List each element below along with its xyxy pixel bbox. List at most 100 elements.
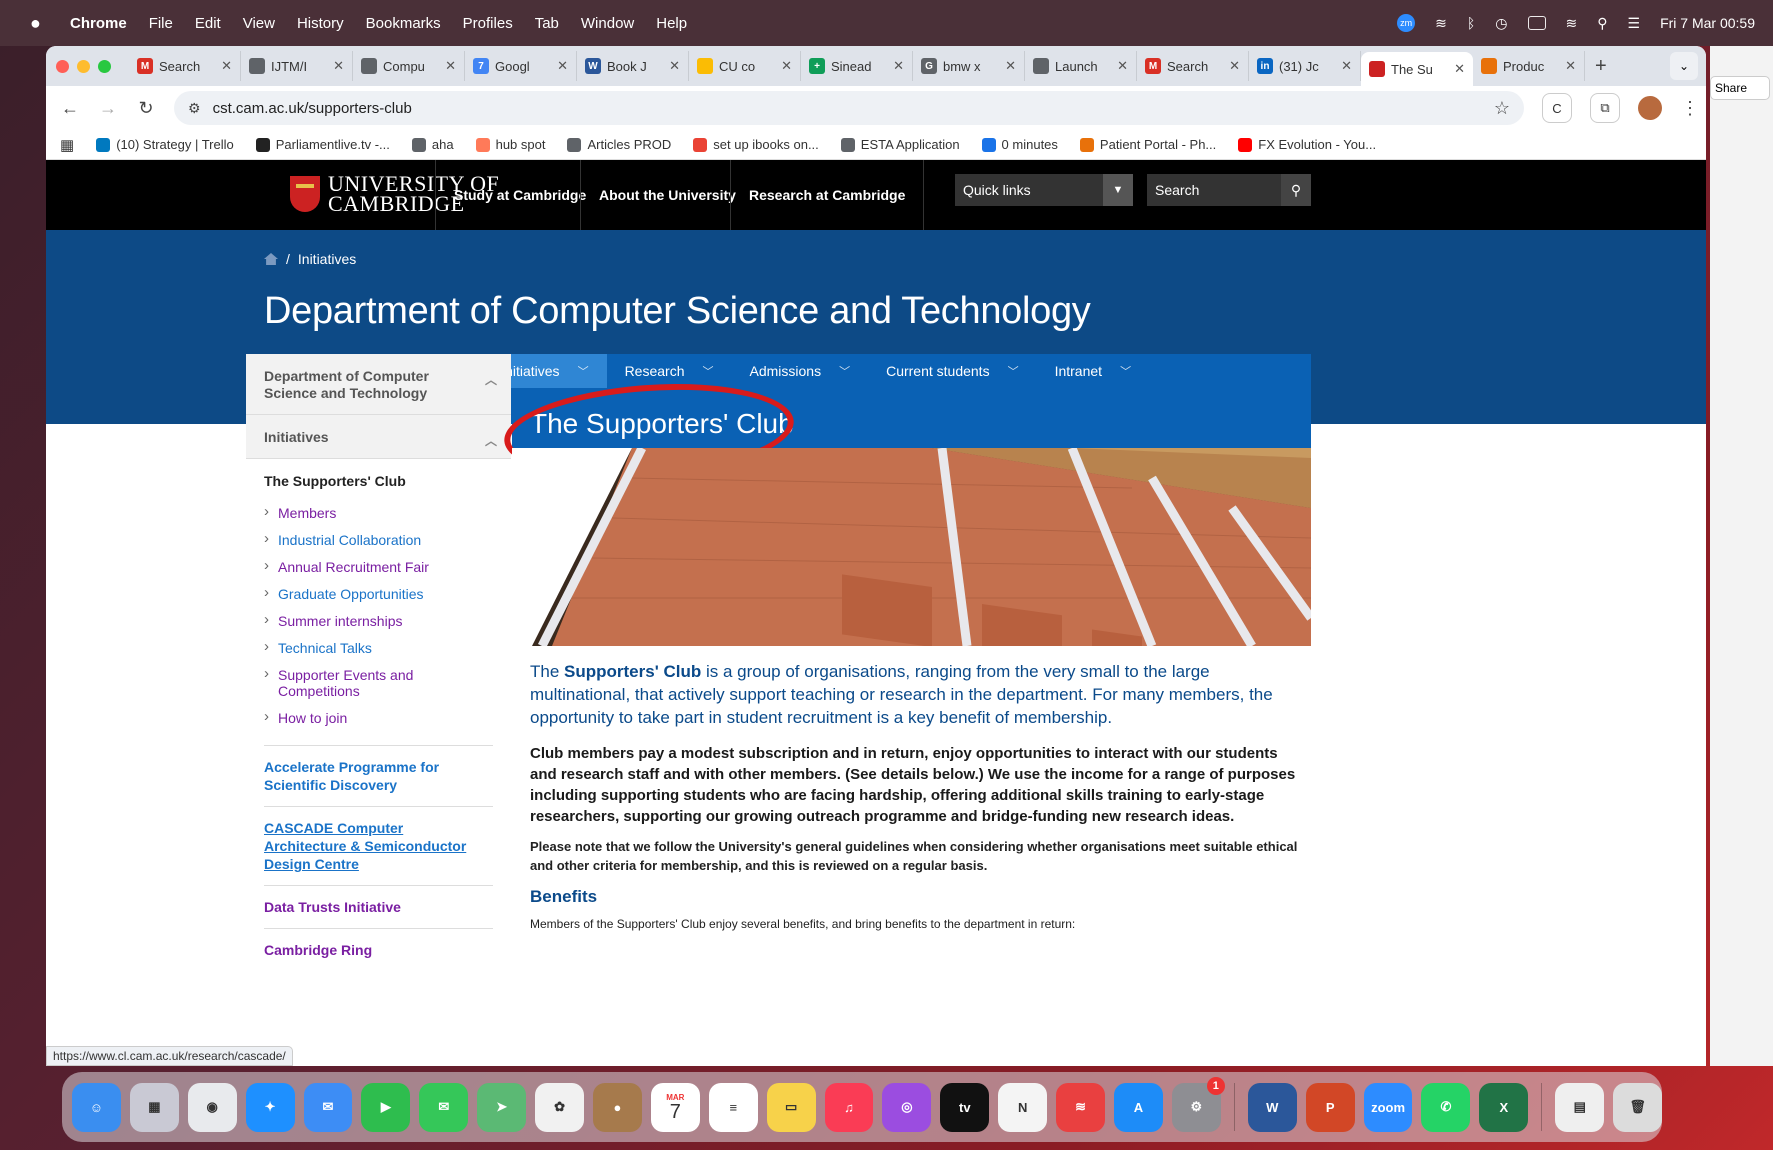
apple-icon[interactable]: ● — [30, 13, 52, 34]
time-machine-icon[interactable]: ◷ — [1495, 15, 1507, 32]
menu-edit[interactable]: Edit — [195, 15, 221, 32]
dock-notes-icon[interactable]: ▭ — [766, 1082, 816, 1132]
dock-calendar-icon[interactable]: MAR 7 — [650, 1082, 700, 1132]
dept-nav-item[interactable]: Admissions ﹀ — [731, 354, 868, 388]
menu-app-name[interactable]: Chrome — [70, 15, 127, 32]
sidebar-link[interactable]: Technical Talks — [246, 634, 511, 661]
ticket-status-icon[interactable]: ≋ — [1435, 15, 1447, 32]
nav-research[interactable]: Research at Cambridge — [730, 160, 925, 230]
tab[interactable]: M Search ✕ — [129, 51, 241, 81]
chevron-down-icon[interactable]: ﹀ — [1120, 363, 1131, 379]
tab-close-icon[interactable]: ✕ — [1005, 58, 1016, 74]
dock-zoom-icon[interactable]: zoom — [1363, 1082, 1413, 1132]
new-tab-button[interactable]: + — [1595, 55, 1607, 78]
dept-nav-item[interactable]: Intranet ﹀ — [1037, 354, 1149, 388]
tab[interactable]: 7 Googl ✕ — [465, 51, 577, 81]
url-text[interactable]: cst.cam.ac.uk/supporters-club — [213, 100, 412, 117]
tab-close-icon[interactable]: ✕ — [669, 58, 680, 74]
tab[interactable]: Gbmw x ✕ — [913, 51, 1025, 81]
tab-close-icon[interactable]: ✕ — [1117, 58, 1128, 74]
sidebar-heading-initiatives[interactable]: Initiatives ︿ — [246, 415, 511, 459]
dock-contacts-icon[interactable]: ● — [593, 1082, 642, 1132]
nav-study[interactable]: Study at Cambridge — [435, 160, 604, 230]
tab-close-icon[interactable]: ✕ — [1229, 58, 1240, 74]
dock-podcasts-icon[interactable]: ◎ — [882, 1082, 932, 1132]
dock-music-icon[interactable]: ♫ — [824, 1082, 874, 1132]
tab-close-icon[interactable]: ✕ — [445, 58, 456, 74]
dock-chrome-icon[interactable]: ◉ — [187, 1082, 237, 1132]
bookmark-item[interactable]: aha — [411, 137, 454, 152]
dock-reminders-icon[interactable]: ≡ — [708, 1082, 758, 1132]
address-bar[interactable]: ⚙ cst.cam.ac.uk/supporters-club ☆ — [174, 91, 1524, 125]
sidebar-heading-dept[interactable]: Department of Computer Science and Techn… — [246, 354, 511, 415]
quick-links-select[interactable]: Quick links ▼ — [955, 174, 1133, 206]
sidebar-section-link[interactable]: Cambridge Ring — [264, 928, 493, 971]
battery-icon[interactable] — [1527, 16, 1546, 30]
department-title[interactable]: Department of Computer Science and Techn… — [264, 290, 1091, 333]
dock-facetime-icon[interactable]: ▶ — [361, 1082, 411, 1132]
dock-mail-icon[interactable]: ✉ — [303, 1082, 353, 1132]
menu-help[interactable]: Help — [656, 15, 687, 32]
menu-history[interactable]: History — [297, 15, 344, 32]
chevron-down-icon[interactable]: ﹀ — [578, 363, 589, 379]
tab-close-icon[interactable]: ✕ — [1454, 61, 1465, 77]
chevron-down-icon[interactable]: ﹀ — [702, 363, 713, 379]
extension-c-icon[interactable]: C — [1542, 93, 1572, 123]
bookmark-item[interactable]: Articles PROD — [567, 137, 671, 152]
dock-excel-icon[interactable]: X — [1479, 1082, 1529, 1132]
dock-ticket-icon[interactable]: ≋ — [1056, 1082, 1106, 1132]
bookmark-item[interactable]: hub spot — [475, 137, 545, 152]
search-icon[interactable]: ⚲ — [1281, 174, 1311, 206]
tab[interactable]: Compu ✕ — [353, 51, 465, 81]
profile-avatar[interactable] — [1638, 96, 1662, 120]
tab-close-icon[interactable]: ✕ — [333, 58, 344, 74]
zoom-status-icon[interactable]: zm — [1397, 14, 1416, 32]
bookmark-item[interactable]: Patient Portal - Ph... — [1079, 137, 1216, 152]
tab-close-icon[interactable]: ✕ — [221, 58, 232, 74]
wifi-icon[interactable]: ≋ — [1566, 15, 1578, 32]
sidebar-link[interactable]: Graduate Opportunities — [246, 580, 511, 607]
spotlight-icon[interactable]: ⚲ — [1597, 15, 1607, 32]
tab-close-icon[interactable]: ✕ — [893, 58, 904, 74]
dock-settings-icon[interactable]: ⚙ 1 — [1171, 1076, 1225, 1132]
chevron-down-icon[interactable]: ﹀ — [839, 363, 850, 379]
site-info-icon[interactable]: ⚙ — [188, 100, 201, 117]
tab[interactable]: CU co ✕ — [689, 51, 801, 81]
chevron-up-icon[interactable]: ︿ — [485, 433, 497, 450]
home-icon[interactable] — [264, 253, 278, 265]
menubar-clock[interactable]: Fri 7 Mar 00:59 — [1660, 15, 1755, 31]
dock-photos-icon[interactable]: ✿ — [535, 1082, 585, 1132]
sidebar-link[interactable]: Industrial Collaboration — [246, 526, 511, 553]
dock-messages-icon[interactable]: ✉ — [419, 1082, 469, 1132]
bookmark-item[interactable]: set up ibooks on... — [693, 137, 819, 152]
dock-maps-icon[interactable]: ➤ — [477, 1082, 527, 1132]
sidebar-link[interactable]: Members — [246, 499, 511, 526]
breadcrumb-initiatives[interactable]: Initiatives — [298, 251, 356, 267]
tab[interactable]: in (31) Jc ✕ — [1249, 51, 1361, 81]
reload-icon[interactable]: ↻ — [136, 98, 156, 119]
bookmark-item[interactable]: 0 minutes — [981, 137, 1058, 152]
sidebar-section-link[interactable]: Data Trusts Initiative — [264, 885, 493, 928]
bookmark-item[interactable]: (10) Strategy | Trello — [96, 137, 234, 152]
background-share-button[interactable]: Share — [1710, 76, 1770, 100]
tab-search-icon[interactable]: ⌄ — [1670, 52, 1698, 80]
extensions-puzzle-icon[interactable]: ⧉ — [1590, 93, 1620, 123]
tab-active[interactable]: The Su ✕ — [1361, 52, 1473, 86]
back-icon[interactable]: ← — [60, 98, 80, 119]
dock-powerpoint-icon[interactable]: P — [1305, 1082, 1355, 1132]
tab[interactable]: M Search ✕ — [1137, 51, 1249, 81]
bookmark-star-icon[interactable]: ☆ — [1494, 98, 1510, 119]
dept-nav-item[interactable]: Current students ﹀ — [868, 354, 1037, 388]
tab[interactable]: IJTM/I ✕ — [241, 51, 353, 81]
window-zoom-button[interactable] — [98, 59, 111, 73]
apps-grid-icon[interactable]: ▦ — [60, 136, 74, 154]
window-close-button[interactable] — [56, 59, 69, 73]
menu-profiles[interactable]: Profiles — [463, 15, 513, 32]
tab[interactable]: Produc ✕ — [1473, 51, 1585, 81]
sidebar-section-link[interactable]: Accelerate Programme for Scientific Disc… — [264, 745, 493, 806]
sidebar-link[interactable]: How to join — [246, 704, 511, 731]
dock-app-store-icon[interactable]: A — [1114, 1082, 1163, 1132]
search-input[interactable]: Search ⚲ — [1147, 174, 1311, 206]
dept-nav-item[interactable]: Research ﹀ — [607, 354, 732, 388]
bookmark-item[interactable]: Parliamentlive.tv -... — [255, 137, 390, 152]
